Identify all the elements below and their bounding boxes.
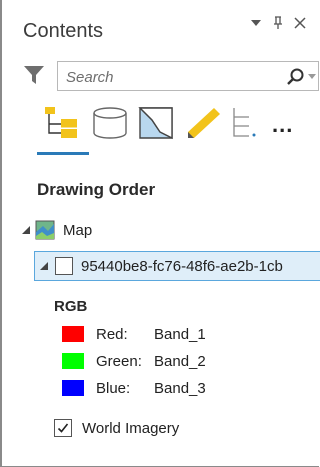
layer-visibility-checkbox[interactable] [55,257,73,275]
basemap-visibility-checkbox[interactable] [54,419,72,437]
band-channel-label: Green: [96,352,142,370]
pane-title: Contents [23,20,104,42]
pane-menu-button[interactable] [247,14,265,32]
band-channel-label: Blue: [96,379,131,397]
search-options-caret-icon[interactable] [308,74,316,80]
expand-collapse-icon[interactable] [21,225,31,235]
band-row-green[interactable]: Green: Band_2 [62,350,206,372]
contents-pane: Contents Search ... Drawing Order Map 95… [0,0,320,467]
pin-icon [274,16,282,29]
band-value: Band_3 [154,379,206,397]
band-channel-label: Red: [96,325,128,343]
search-input[interactable] [66,67,256,87]
filter-icon[interactable] [23,64,45,86]
active-view-indicator [37,152,89,155]
basemap-label: World Imagery [82,419,180,437]
band-row-red[interactable]: Red: Band_1 [62,323,206,345]
list-by-editing-icon[interactable] [184,106,224,140]
search-icon[interactable] [286,67,306,87]
band-value: Band_1 [154,325,206,343]
band-row-blue[interactable]: Blue: Band_3 [62,377,206,399]
drawing-order-heading: Drawing Order [37,180,156,199]
pane-titlebar: Contents [1,0,320,50]
more-views-button[interactable]: ... [272,112,293,138]
list-by-selection-icon[interactable] [138,106,176,140]
basemap-row[interactable]: World Imagery [54,415,179,441]
list-by-drawing-order-icon[interactable] [39,106,85,140]
pane-left-border [1,0,2,467]
layer-row[interactable]: 95440be8-fc76-48f6-ae2b-1cb [39,253,283,279]
close-button[interactable] [291,14,309,32]
renderer-label: RGB [54,298,88,315]
list-by-snapping-icon[interactable] [231,106,263,140]
map-label: Map [63,221,93,239]
checkmark-icon [57,423,69,433]
red-swatch[interactable] [62,326,84,342]
pin-button[interactable] [269,14,287,32]
search-box [57,61,319,91]
map-icon [35,220,55,240]
chevron-down-icon [251,20,261,26]
expand-collapse-icon[interactable] [39,261,49,271]
band-value: Band_2 [154,352,206,370]
green-swatch[interactable] [62,353,84,369]
close-icon [294,17,306,29]
layer-label: 95440be8-fc76-48f6-ae2b-1cb [81,257,283,275]
list-by-source-icon[interactable] [91,106,129,140]
map-row[interactable]: Map [21,217,92,243]
blue-swatch[interactable] [62,380,84,396]
